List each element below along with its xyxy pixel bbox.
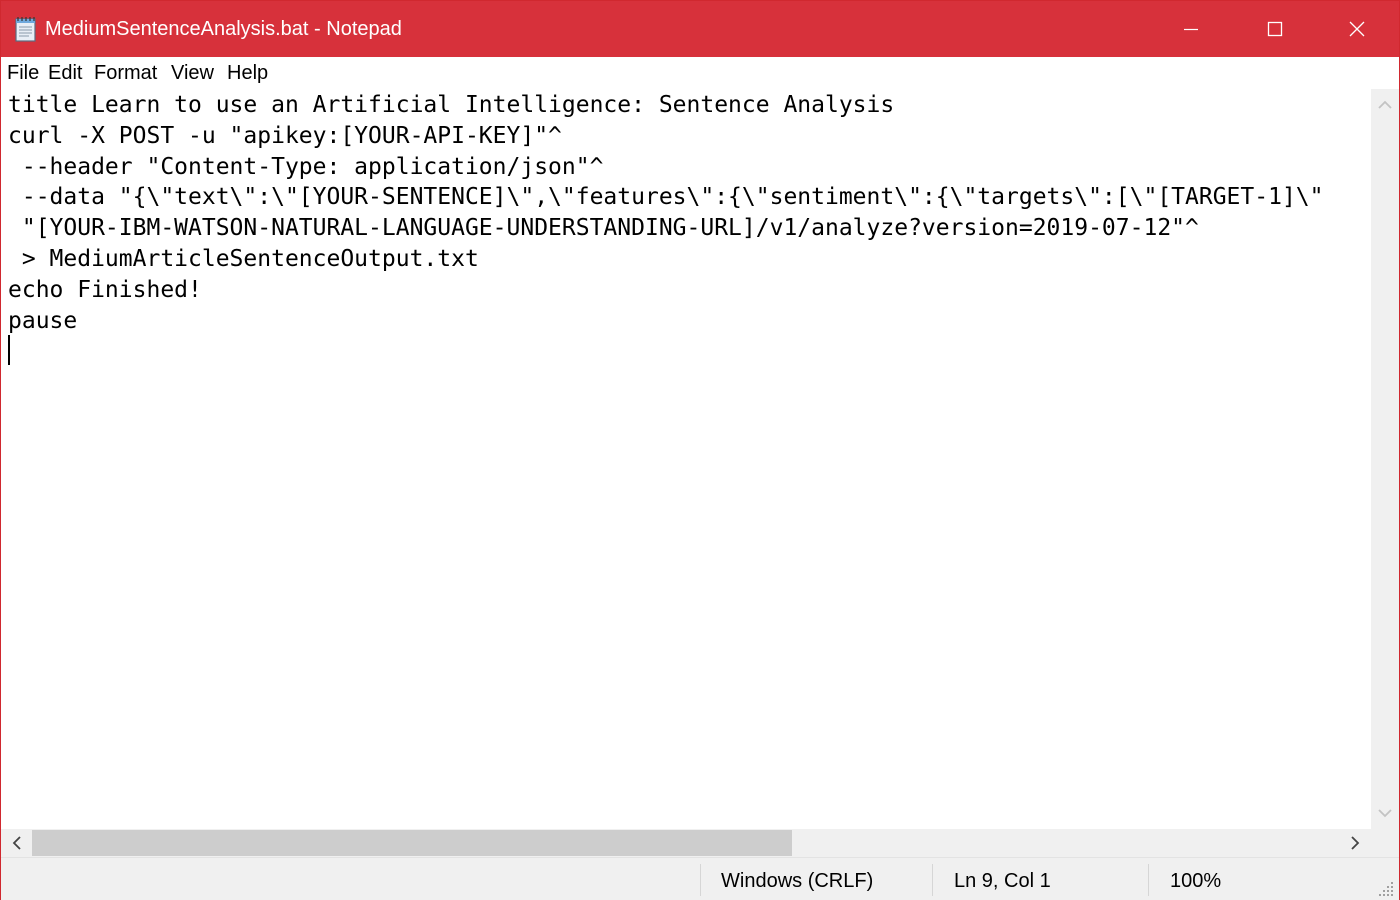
maximize-icon — [1267, 21, 1283, 37]
menu-help[interactable]: Help — [227, 60, 268, 86]
status-line-ending: Windows (CRLF) — [721, 870, 874, 892]
close-button[interactable] — [1315, 1, 1399, 57]
notepad-icon — [15, 17, 36, 42]
horizontal-scrollbar[interactable] — [1, 829, 1371, 857]
resize-grip-icon[interactable] — [1377, 880, 1395, 898]
menu-edit[interactable]: Edit — [48, 60, 82, 86]
status-divider — [1148, 864, 1149, 896]
status-cursor-position: Ln 9, Col 1 — [954, 870, 1051, 892]
status-zoom: 100% — [1170, 870, 1222, 892]
menu-bar: File Edit Format View Help — [1, 57, 1399, 89]
editor-line: echo Finished! — [8, 276, 202, 303]
editor-line: title Learn to use an Artificial Intelli… — [8, 92, 895, 118]
text-caret — [8, 335, 10, 365]
maximize-button[interactable] — [1233, 1, 1317, 57]
chevron-left-icon — [12, 836, 21, 850]
editor-line: pause — [8, 307, 78, 334]
text-editor[interactable]: title Learn to use an Artificial Intelli… — [1, 89, 1371, 829]
editor-line: > MediumArticleSentenceOutput.txt — [8, 245, 479, 272]
scroll-up-button[interactable] — [1371, 91, 1399, 119]
editor-line: --header "Content-Type: application/json… — [8, 153, 604, 180]
chevron-up-icon — [1378, 100, 1392, 109]
scroll-left-button[interactable] — [3, 829, 31, 857]
menu-file[interactable]: File — [7, 60, 39, 86]
minimize-icon — [1184, 28, 1198, 31]
status-divider — [700, 864, 701, 896]
title-bar[interactable]: MediumSentenceAnalysis.bat - Notepad — [1, 1, 1399, 57]
editor-line: --data "{\"text\":\"[YOUR-SENTENCE]\",\"… — [8, 184, 1324, 211]
minimize-button[interactable] — [1149, 1, 1233, 57]
scroll-down-button[interactable] — [1371, 799, 1399, 827]
editor-line: curl -X POST -u "apikey:[YOUR-API-KEY]"^ — [8, 122, 562, 149]
vertical-scrollbar[interactable] — [1371, 89, 1399, 829]
menu-format[interactable]: Format — [94, 60, 157, 86]
horizontal-scroll-thumb[interactable] — [32, 830, 792, 856]
menu-view[interactable]: View — [171, 60, 214, 86]
status-bar: Windows (CRLF) Ln 9, Col 1 100% — [1, 857, 1399, 900]
close-icon — [1349, 21, 1365, 37]
scroll-right-button[interactable] — [1341, 829, 1369, 857]
status-divider — [932, 864, 933, 896]
editor-line: "[YOUR-IBM-WATSON-NATURAL-LANGUAGE-UNDER… — [8, 215, 1199, 242]
notepad-window: MediumSentenceAnalysis.bat - Notepad Fil… — [0, 0, 1400, 900]
chevron-right-icon — [1351, 836, 1360, 850]
scrollbar-corner — [1371, 829, 1399, 857]
window-title: MediumSentenceAnalysis.bat - Notepad — [45, 18, 402, 40]
editor-content[interactable]: title Learn to use an Artificial Intelli… — [8, 90, 1323, 336]
chevron-down-icon — [1378, 809, 1392, 818]
